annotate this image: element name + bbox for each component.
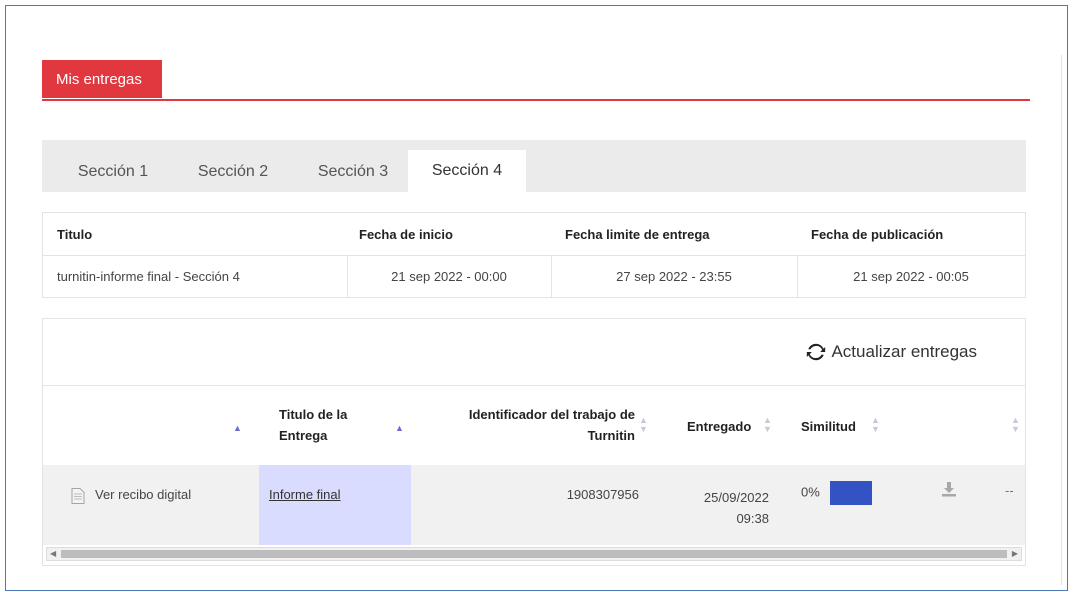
- refresh-submissions-button[interactable]: Actualizar entregas: [805, 341, 977, 363]
- assignment-publish: 21 sep 2022 - 00:05: [853, 268, 969, 284]
- col-titulo-line2: Entrega: [279, 428, 328, 443]
- tab-underline: [42, 99, 1030, 101]
- digital-receipt-link[interactable]: Ver recibo digital: [71, 465, 259, 545]
- sort-icon[interactable]: ▲ ▼: [871, 416, 880, 434]
- tab-seccion-1[interactable]: Sección 1: [58, 152, 168, 192]
- submissions-header-row: ▲ Titulo de la Entrega ▲ Identificador d…: [43, 385, 1025, 465]
- extra-actions: --: [1005, 483, 1014, 498]
- digital-receipt-label: Ver recibo digital: [95, 487, 192, 502]
- info-header-row: Titulo Fecha de inicio Fecha limite de e…: [43, 213, 1025, 256]
- download-icon: [942, 482, 956, 497]
- refresh-label: Actualizar entregas: [831, 342, 977, 361]
- paper-id: 1908307956: [566, 487, 639, 502]
- similarity-score: 0%: [801, 484, 820, 500]
- sort-icon[interactable]: ▲ ▼: [1011, 416, 1020, 434]
- header-fecha-limite: Fecha limite de entrega: [565, 226, 710, 242]
- col-id-line1: Identificador del trabajo de: [468, 407, 635, 422]
- assignment-title: turnitin-informe final - Sección 4: [57, 268, 240, 284]
- document-icon: [71, 488, 85, 504]
- header-fecha-publicacion: Fecha de publicación: [811, 226, 944, 242]
- col-id-line2: Turnitin: [587, 428, 635, 443]
- tab-seccion-2[interactable]: Sección 2: [178, 152, 288, 192]
- horizontal-scrollbar[interactable]: ◀ ▶: [46, 547, 1022, 561]
- sort-icon[interactable]: ▲ ▼: [639, 416, 648, 434]
- divider: [551, 255, 552, 297]
- sort-icon[interactable]: ▲ ▼: [763, 416, 772, 434]
- tab-seccion-4[interactable]: Sección 4: [408, 150, 526, 192]
- assignment-due: 27 sep 2022 - 23:55: [616, 268, 732, 284]
- divider: [347, 255, 348, 297]
- submission-title-link[interactable]: Informe final: [269, 487, 341, 502]
- submissions-panel: Actualizar entregas ▲ Titulo de la Entre…: [42, 318, 1026, 566]
- submission-title-cell: Informe final: [259, 465, 411, 545]
- refresh-icon: [807, 343, 826, 361]
- similarity-bar: [829, 481, 872, 505]
- divider: [797, 255, 798, 297]
- tab-mis-entregas[interactable]: Mis entregas: [42, 60, 162, 98]
- submitted-date: 25/09/2022 09:38: [663, 465, 769, 545]
- sort-asc-icon[interactable]: ▲: [395, 424, 404, 433]
- scroll-left-icon[interactable]: ◀: [50, 548, 56, 560]
- download-button[interactable]: [941, 465, 971, 545]
- col-titulo-line1: Titulo de la: [279, 407, 348, 422]
- submitted-date-line: 25/09/2022: [703, 490, 769, 505]
- assignment-info-table: Titulo Fecha de inicio Fecha limite de e…: [42, 212, 1026, 298]
- header-fecha-inicio: Fecha de inicio: [359, 226, 453, 242]
- tab-seccion-3[interactable]: Sección 3: [298, 152, 408, 192]
- right-divider: [1061, 55, 1062, 585]
- section-tabs: Sección 1 Sección 2 Sección 3 Sección 4: [42, 140, 1026, 192]
- sort-asc-icon[interactable]: ▲: [233, 424, 242, 433]
- tab-mis-entregas-label: Mis entregas: [56, 70, 142, 88]
- submitted-time-line: 09:38: [736, 511, 769, 526]
- scroll-right-icon[interactable]: ▶: [1012, 548, 1018, 560]
- info-data-row: turnitin-informe final - Sección 4 21 se…: [43, 255, 1025, 297]
- similarity-report[interactable]: 0%: [801, 465, 891, 545]
- header-titulo: Titulo: [57, 226, 93, 242]
- submission-row: Ver recibo digital Informe final 1908307…: [43, 465, 1025, 545]
- scrollbar-thumb[interactable]: [61, 550, 1007, 558]
- assignment-start: 21 sep 2022 - 00:00: [391, 268, 507, 284]
